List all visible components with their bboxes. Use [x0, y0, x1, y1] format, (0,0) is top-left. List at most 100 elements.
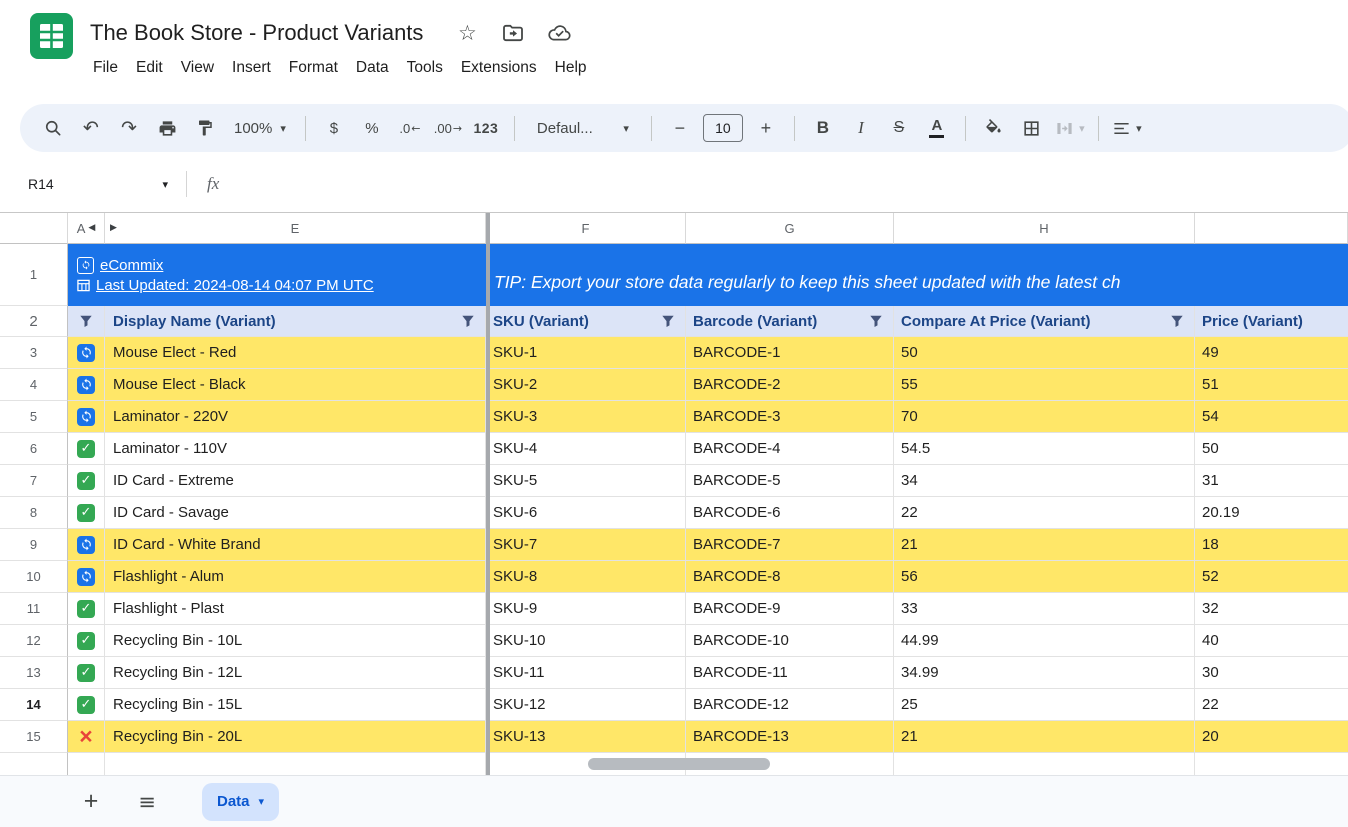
- price-cell[interactable]: 51: [1195, 369, 1348, 401]
- bold-button[interactable]: B: [808, 112, 838, 144]
- column-header-h[interactable]: H: [894, 213, 1195, 244]
- compare-at-price-cell[interactable]: 70: [894, 401, 1195, 433]
- empty-cell[interactable]: [894, 753, 1195, 775]
- format-percent-button[interactable]: %: [357, 112, 387, 144]
- compare-at-price-cell[interactable]: 34: [894, 465, 1195, 497]
- display-name-cell[interactable]: Mouse Elect - Black: [105, 369, 486, 401]
- price-cell[interactable]: 49: [1195, 337, 1348, 369]
- sheets-logo-icon[interactable]: [30, 13, 73, 59]
- star-icon[interactable]: ☆: [453, 19, 481, 47]
- row-header[interactable]: 5: [0, 401, 68, 433]
- menu-extensions[interactable]: Extensions: [452, 54, 546, 82]
- menu-edit[interactable]: Edit: [127, 54, 172, 82]
- strikethrough-button[interactable]: S: [884, 112, 914, 144]
- zoom-select[interactable]: 100%▾: [228, 112, 292, 144]
- filter-icon[interactable]: [79, 314, 93, 328]
- column-header-g[interactable]: G: [686, 213, 894, 244]
- empty-cell[interactable]: [105, 753, 486, 775]
- status-cell[interactable]: [68, 401, 105, 433]
- status-cell[interactable]: ✓: [68, 689, 105, 721]
- collapse-columns-icon[interactable]: ◀: [88, 223, 95, 233]
- barcode-cell[interactable]: BARCODE-7: [686, 529, 894, 561]
- column-header-e[interactable]: ▶ E: [105, 213, 486, 244]
- menu-tools[interactable]: Tools: [398, 54, 452, 82]
- header-price-cell[interactable]: Price (Variant): [1195, 306, 1348, 337]
- display-name-cell[interactable]: Laminator - 220V: [105, 401, 486, 433]
- display-name-cell[interactable]: Recycling Bin - 10L: [105, 625, 486, 657]
- display-name-cell[interactable]: Laminator - 110V: [105, 433, 486, 465]
- sku-cell[interactable]: SKU-5: [486, 465, 686, 497]
- status-cell[interactable]: ✓: [68, 657, 105, 689]
- barcode-cell[interactable]: BARCODE-1: [686, 337, 894, 369]
- search-icon[interactable]: [38, 112, 68, 144]
- price-cell[interactable]: 20.19: [1195, 497, 1348, 529]
- sku-cell[interactable]: SKU-11: [486, 657, 686, 689]
- status-cell[interactable]: [68, 337, 105, 369]
- display-name-cell[interactable]: Flashlight - Alum: [105, 561, 486, 593]
- compare-at-price-cell[interactable]: 34.99: [894, 657, 1195, 689]
- status-cell[interactable]: ✓: [68, 625, 105, 657]
- sku-cell[interactable]: SKU-13: [486, 721, 686, 753]
- price-cell[interactable]: 18: [1195, 529, 1348, 561]
- compare-at-price-cell[interactable]: 44.99: [894, 625, 1195, 657]
- frozen-pane-divider[interactable]: [486, 213, 490, 775]
- format-currency-button[interactable]: $: [319, 112, 349, 144]
- barcode-cell[interactable]: BARCODE-8: [686, 561, 894, 593]
- status-cell[interactable]: ✓: [68, 433, 105, 465]
- undo-button[interactable]: ↶: [76, 112, 106, 144]
- barcode-cell[interactable]: BARCODE-2: [686, 369, 894, 401]
- merge-cells-button[interactable]: ▾: [1055, 112, 1085, 144]
- compare-at-price-cell[interactable]: 25: [894, 689, 1195, 721]
- sku-cell[interactable]: SKU-2: [486, 369, 686, 401]
- text-color-button[interactable]: A: [922, 112, 952, 144]
- increase-font-size-button[interactable]: +: [751, 112, 781, 144]
- display-name-cell[interactable]: ID Card - Extreme: [105, 465, 486, 497]
- menu-view[interactable]: View: [172, 54, 223, 82]
- status-cell[interactable]: ✓: [68, 465, 105, 497]
- filter-range-cell[interactable]: [68, 306, 105, 337]
- redo-button[interactable]: ↷: [114, 112, 144, 144]
- sku-cell[interactable]: SKU-10: [486, 625, 686, 657]
- row-header[interactable]: 4: [0, 369, 68, 401]
- compare-at-price-cell[interactable]: 21: [894, 721, 1195, 753]
- ecommix-link[interactable]: eCommix: [100, 257, 163, 274]
- sku-cell[interactable]: SKU-1: [486, 337, 686, 369]
- filter-icon[interactable]: [1170, 314, 1184, 328]
- display-name-cell[interactable]: Recycling Bin - 15L: [105, 689, 486, 721]
- display-name-cell[interactable]: Flashlight - Plast: [105, 593, 486, 625]
- barcode-cell[interactable]: BARCODE-4: [686, 433, 894, 465]
- row-header[interactable]: 11: [0, 593, 68, 625]
- status-cell[interactable]: [68, 369, 105, 401]
- sku-cell[interactable]: SKU-9: [486, 593, 686, 625]
- price-cell[interactable]: 30: [1195, 657, 1348, 689]
- sku-cell[interactable]: SKU-8: [486, 561, 686, 593]
- sku-cell[interactable]: SKU-6: [486, 497, 686, 529]
- column-header-f[interactable]: F: [486, 213, 686, 244]
- menu-help[interactable]: Help: [546, 54, 596, 82]
- sku-cell[interactable]: SKU-3: [486, 401, 686, 433]
- sku-cell[interactable]: SKU-7: [486, 529, 686, 561]
- price-cell[interactable]: 20: [1195, 721, 1348, 753]
- filter-icon[interactable]: [461, 314, 475, 328]
- header-sku-cell[interactable]: SKU (Variant): [486, 306, 686, 337]
- row-header[interactable]: 12: [0, 625, 68, 657]
- barcode-cell[interactable]: BARCODE-13: [686, 721, 894, 753]
- italic-button[interactable]: I: [846, 112, 876, 144]
- row-header[interactable]: 10: [0, 561, 68, 593]
- filter-icon[interactable]: [869, 314, 883, 328]
- header-compare-at-price-cell[interactable]: Compare At Price (Variant): [894, 306, 1195, 337]
- status-cell[interactable]: ✓: [68, 593, 105, 625]
- barcode-cell[interactable]: BARCODE-3: [686, 401, 894, 433]
- compare-at-price-cell[interactable]: 21: [894, 529, 1195, 561]
- row-header[interactable]: 7: [0, 465, 68, 497]
- move-folder-icon[interactable]: [499, 19, 527, 47]
- decrease-decimal-button[interactable]: .0←: [395, 112, 425, 144]
- menu-data[interactable]: Data: [347, 54, 398, 82]
- cloud-saved-icon[interactable]: [545, 19, 573, 47]
- barcode-cell[interactable]: BARCODE-9: [686, 593, 894, 625]
- menu-format[interactable]: Format: [280, 54, 347, 82]
- barcode-cell[interactable]: BARCODE-5: [686, 465, 894, 497]
- banner-brand-cell[interactable]: eCommix Last Updated: 2024-08-14 04:07 P…: [68, 244, 486, 306]
- font-family-select[interactable]: Defaul...▾: [528, 112, 638, 144]
- select-all-corner[interactable]: [0, 213, 68, 244]
